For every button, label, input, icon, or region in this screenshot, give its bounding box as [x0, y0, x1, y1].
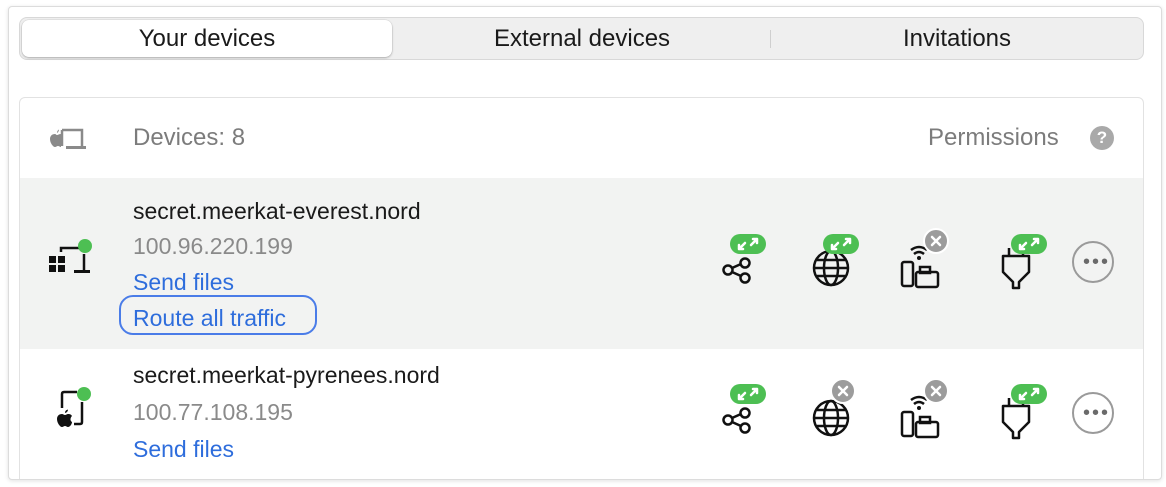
enabled-badge — [823, 234, 859, 254]
permissions-label: Permissions — [928, 124, 1059, 151]
more-options-button[interactable]: ••• — [1072, 241, 1114, 283]
expand-arrows-icon — [737, 387, 759, 401]
local-network-toggle[interactable] — [891, 228, 949, 290]
ellipsis-icon: ••• — [1083, 251, 1111, 273]
local-network-toggle[interactable] — [891, 378, 949, 440]
device-tabs: Your devices External devices Invitation… — [19, 17, 1144, 60]
enabled-badge — [1011, 234, 1047, 254]
device-row[interactable]: secret.meerkat-pyrenees.nord 100.77.108.… — [20, 349, 1143, 479]
expand-arrows-icon — [737, 237, 759, 251]
disabled-badge — [923, 228, 949, 254]
devices-header: Devices: 8 Permissions ? — [20, 98, 1143, 178]
disabled-badge — [830, 378, 856, 404]
help-icon[interactable]: ? — [1090, 126, 1114, 150]
traffic-routing-toggle[interactable] — [803, 234, 859, 290]
send-files-link[interactable]: Send files — [133, 269, 234, 296]
close-icon — [930, 385, 942, 397]
windows-desktop-online-icon — [46, 238, 94, 287]
enabled-badge — [1011, 384, 1047, 404]
disabled-badge — [923, 378, 949, 404]
expand-arrows-icon — [1018, 387, 1040, 401]
ellipsis-icon: ••• — [1083, 402, 1111, 424]
more-options-button[interactable]: ••• — [1072, 392, 1114, 434]
enabled-badge — [730, 234, 766, 254]
remote-access-toggle[interactable] — [995, 234, 1051, 290]
devices-panel: Devices: 8 Permissions ? secret.meerkat-… — [19, 97, 1144, 479]
meshnet-window: Your devices External devices Invitation… — [8, 6, 1162, 480]
expand-arrows-icon — [830, 237, 852, 251]
device-name: secret.meerkat-everest.nord — [133, 198, 421, 224]
enabled-badge — [730, 384, 766, 404]
route-all-traffic-link[interactable]: Route all traffic — [133, 305, 286, 332]
remote-access-toggle[interactable] — [995, 384, 1051, 440]
tab-separator — [770, 30, 771, 48]
send-files-link[interactable]: Send files — [133, 436, 234, 463]
close-icon — [930, 235, 942, 247]
tab-external-devices[interactable]: External devices — [397, 18, 767, 59]
apple-tablet-online-icon — [46, 384, 94, 437]
expand-arrows-icon — [1018, 237, 1040, 251]
device-ip: 100.96.220.199 — [133, 233, 293, 259]
close-icon — [837, 385, 849, 397]
devices-count: Devices: 8 — [133, 124, 246, 151]
file-sharing-toggle[interactable] — [715, 234, 771, 290]
device-name: secret.meerkat-pyrenees.nord — [133, 362, 440, 388]
traffic-routing-toggle[interactable] — [803, 378, 859, 440]
device-row[interactable]: secret.meerkat-everest.nord 100.96.220.1… — [20, 178, 1143, 349]
tab-invitations[interactable]: Invitations — [772, 18, 1142, 59]
apple-laptop-icon — [46, 124, 90, 159]
tab-your-devices[interactable]: Your devices — [22, 20, 392, 57]
file-sharing-toggle[interactable] — [715, 384, 771, 440]
device-ip: 100.77.108.195 — [133, 399, 293, 425]
